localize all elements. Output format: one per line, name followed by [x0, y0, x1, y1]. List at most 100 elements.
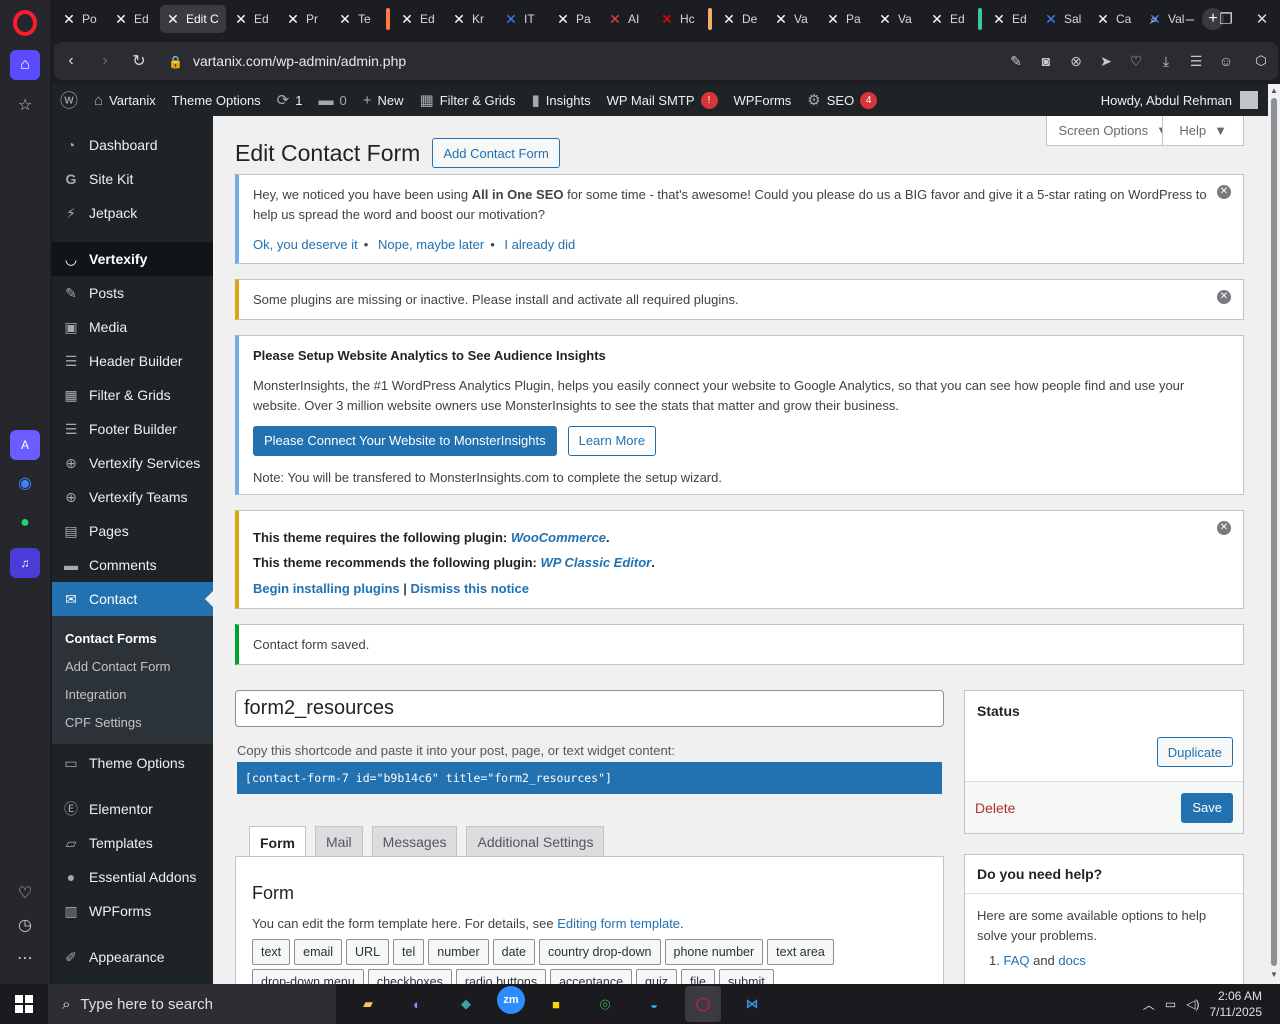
faq-link[interactable]: FAQ: [1003, 953, 1029, 968]
vscode-icon[interactable]: ⋈: [734, 986, 770, 1022]
url-field[interactable]: 🔒 vartanix.com/wp-admin/admin.php: [168, 53, 406, 69]
sidebar-item-site-kit[interactable]: G Site Kit: [52, 162, 213, 196]
address-bar[interactable]: ‹ › ↻ 🔒 vartanix.com/wp-admin/admin.php ✎…: [54, 42, 1278, 80]
profile-icon[interactable]: ☺: [1216, 53, 1236, 69]
opera-logo-icon[interactable]: [13, 10, 37, 36]
tag-button[interactable]: phone number: [664, 939, 764, 965]
tag-button[interactable]: tel: [393, 939, 425, 965]
zoom-icon[interactable]: zm: [497, 986, 525, 1014]
save-button[interactable]: Save: [1181, 792, 1233, 823]
chrome-icon[interactable]: ◎: [587, 986, 623, 1022]
duplicate-button[interactable]: Duplicate: [1156, 737, 1233, 767]
clock[interactable]: 2:06 AM 7/11/2025: [1210, 988, 1263, 1020]
heart-icon[interactable]: ♡: [10, 878, 40, 908]
wpforms-link[interactable]: WPForms: [726, 84, 800, 116]
download-icon[interactable]: ⤓: [1156, 53, 1176, 70]
music-player-icon[interactable]: ♫: [10, 548, 40, 578]
theme-options-link[interactable]: Theme Options: [164, 84, 269, 116]
already-did-link[interactable]: I already did: [504, 237, 575, 252]
history-icon[interactable]: ◷: [10, 910, 40, 940]
docs-link[interactable]: docs: [1058, 953, 1085, 968]
browser-tab[interactable]: ✕ Kr: [446, 5, 496, 33]
reload-icon[interactable]: ↻: [122, 51, 156, 71]
browser-tab[interactable]: ✕ Va: [768, 5, 818, 33]
edit-icon[interactable]: ✎: [1006, 53, 1026, 70]
easy-setup-icon[interactable]: ☰: [1186, 53, 1206, 70]
tag-button[interactable]: date: [492, 939, 535, 965]
sidebar-item-wpforms[interactable]: ▥ WPForms: [52, 894, 213, 928]
updates-link[interactable]: ⟳ 1: [269, 84, 311, 116]
begin-installing-link[interactable]: Begin installing plugins: [253, 581, 400, 596]
tab-group-marker[interactable]: [978, 8, 982, 30]
sidebar-item-essential-addons[interactable]: ● Essential Addons: [52, 860, 213, 894]
filter-grids-link[interactable]: ▦ Filter & Grids: [412, 84, 524, 116]
site-name-link[interactable]: ⌂ Vartanix: [86, 84, 164, 116]
browser-tab[interactable]: ✕ IT: [498, 5, 548, 33]
tag-button[interactable]: quiz: [636, 969, 677, 984]
browser-tab[interactable]: ✕ Va: [872, 5, 922, 33]
tab-messages[interactable]: Messages: [371, 826, 458, 857]
minimize-icon[interactable]: –: [1172, 11, 1208, 28]
tag-button[interactable]: drop-down menu: [252, 969, 364, 984]
browser-tab[interactable]: ✕ Ed: [394, 5, 444, 33]
seo-link[interactable]: ⚙ SEO 4: [799, 84, 885, 116]
tag-button[interactable]: file: [680, 969, 715, 984]
shortcode-field[interactable]: [contact-form-7 id="b9b14c6" title="form…: [237, 762, 942, 794]
tag-button[interactable]: country drop-down: [538, 939, 661, 965]
tag-button[interactable]: submit: [718, 969, 774, 984]
volume-icon[interactable]: ◁): [1186, 997, 1199, 1011]
extensions-icon[interactable]: ⬡: [1244, 42, 1278, 80]
sidebar-item-comments[interactable]: ▬ Comments: [52, 548, 213, 582]
sidebar-item-jetpack[interactable]: ⚡ Jetpack: [52, 196, 213, 230]
send-icon[interactable]: ➤: [1096, 53, 1116, 70]
tab-group-marker[interactable]: [708, 8, 712, 30]
browser-tab[interactable]: ✕ Pa: [550, 5, 600, 33]
form-title-input[interactable]: form2_resources: [235, 690, 944, 727]
sidebar-item-vertexify[interactable]: ◡ Vertexify: [52, 242, 213, 276]
tag-button[interactable]: number: [428, 939, 489, 965]
browser-tab[interactable]: ✕ Ed: [924, 5, 974, 33]
woocommerce-link[interactable]: WooCommerce: [511, 530, 606, 545]
scrollbar-thumb[interactable]: [1271, 98, 1277, 966]
edge-icon[interactable]: ◒: [636, 986, 672, 1022]
network-icon[interactable]: ▭: [1165, 997, 1176, 1011]
browser-tab[interactable]: ✕ Edit C: [160, 5, 226, 33]
tag-button[interactable]: checkboxes: [367, 969, 452, 984]
sidebar-item-posts[interactable]: ✎ Posts: [52, 276, 213, 310]
submenu-contact-forms[interactable]: Contact Forms: [52, 624, 213, 652]
wp-logo-icon[interactable]: ⓦ: [52, 84, 86, 116]
back-icon[interactable]: ‹: [54, 52, 88, 70]
bookmark-heart-icon[interactable]: ♡: [1126, 53, 1146, 70]
browser-tab[interactable]: ✕ Sal: [1038, 5, 1088, 33]
account-menu[interactable]: Howdy, Abdul Rehman: [1101, 91, 1268, 109]
sidebar-item-contact[interactable]: ✉ Contact: [52, 582, 213, 616]
submenu-cpf-settings[interactable]: CPF Settings: [52, 708, 213, 736]
classic-editor-link[interactable]: WP Classic Editor: [540, 555, 651, 570]
insights-link[interactable]: ▮ Insights: [524, 84, 599, 116]
browser-tab[interactable]: ✕ Ca: [1090, 5, 1140, 33]
editing-template-link[interactable]: Editing form template: [557, 916, 680, 931]
home-icon[interactable]: ⌂: [10, 50, 40, 80]
sidebar-item-pages[interactable]: ▤ Pages: [52, 514, 213, 548]
star-icon[interactable]: ☆: [10, 90, 40, 120]
wp-mail-smtp-link[interactable]: WP Mail SMTP!: [599, 84, 726, 116]
tag-button[interactable]: text: [252, 939, 291, 965]
messenger-icon[interactable]: ◉: [10, 468, 40, 498]
sidebar-item-media[interactable]: ▣ Media: [52, 310, 213, 344]
camera-icon[interactable]: ◙: [1036, 53, 1056, 69]
dismiss-icon[interactable]: ✕: [1217, 185, 1231, 199]
sidebar-item-vertexify-services[interactable]: ⊕ Vertexify Services: [52, 446, 213, 480]
add-contact-form-button[interactable]: Add Contact Form: [432, 138, 560, 168]
page-scrollbar[interactable]: ▲ ▼: [1268, 84, 1280, 984]
tag-button[interactable]: acceptance: [550, 969, 633, 984]
sidebar-item-theme-options[interactable]: ▭ Theme Options: [52, 746, 213, 780]
sidebar-item-templates[interactable]: ▱ Templates: [52, 826, 213, 860]
browser-tab[interactable]: ✕ De: [716, 5, 766, 33]
restore-icon[interactable]: ❐: [1208, 10, 1244, 28]
browser-tab[interactable]: ✕ Pr: [280, 5, 330, 33]
tag-button[interactable]: radio buttons: [455, 969, 547, 984]
help-button[interactable]: Help ▼: [1162, 116, 1244, 146]
comments-link[interactable]: ▬ 0: [310, 84, 354, 116]
tab-group-marker[interactable]: [386, 8, 390, 30]
sidebar-item-appearance[interactable]: ✐ Appearance: [52, 940, 213, 974]
